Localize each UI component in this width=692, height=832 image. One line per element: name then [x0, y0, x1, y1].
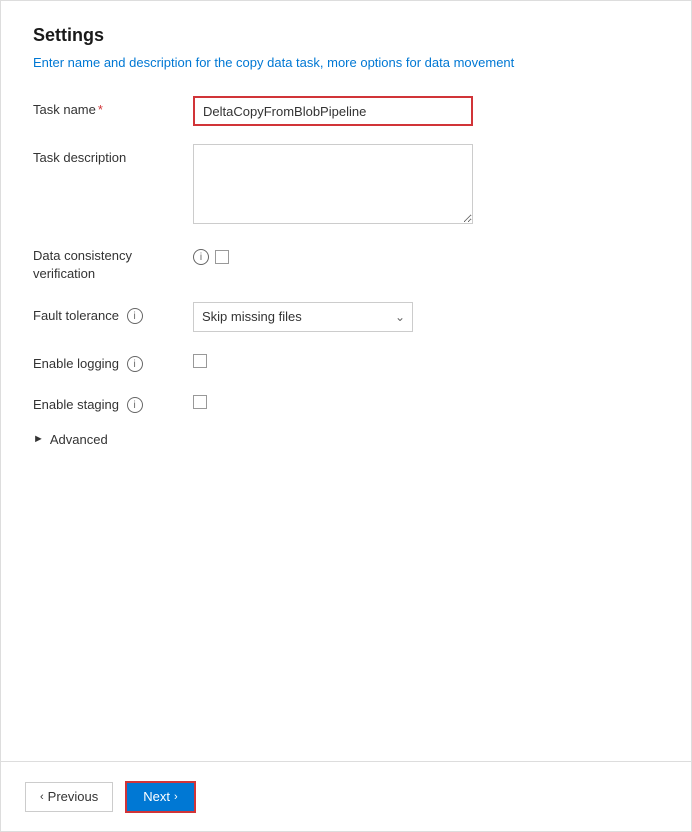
data-consistency-label: Data consistency verification — [33, 247, 193, 283]
footer: ‹ Previous Next › — [1, 761, 691, 831]
task-description-input[interactable] — [193, 144, 473, 224]
task-description-label: Task description — [33, 144, 193, 165]
enable-logging-checkbox[interactable] — [193, 354, 207, 368]
data-consistency-info-icon[interactable]: i — [193, 249, 209, 265]
task-name-input[interactable] — [193, 96, 473, 126]
advanced-label: Advanced — [50, 432, 108, 447]
enable-logging-info-icon[interactable]: i — [127, 356, 143, 372]
enable-logging-label: Enable logging i — [33, 350, 193, 373]
page-title: Settings — [33, 25, 659, 46]
task-name-label: Task name* — [33, 96, 193, 117]
previous-button[interactable]: ‹ Previous — [25, 782, 113, 812]
next-chevron-icon: › — [174, 791, 178, 803]
next-button[interactable]: Next › — [125, 781, 195, 813]
enable-staging-checkbox[interactable] — [193, 395, 207, 409]
enable-staging-info-icon[interactable]: i — [127, 397, 143, 413]
fault-tolerance-info-icon[interactable]: i — [127, 308, 143, 324]
fault-tolerance-label: Fault tolerance i — [33, 302, 193, 325]
previous-chevron-icon: ‹ — [40, 791, 44, 803]
page-subtitle: Enter name and description for the copy … — [33, 54, 659, 72]
advanced-chevron-icon: ► — [33, 433, 44, 445]
advanced-section[interactable]: ► Advanced — [33, 432, 659, 447]
fault-tolerance-select[interactable]: Skip missing files No fault tolerance Sk… — [193, 302, 413, 332]
enable-staging-label: Enable staging i — [33, 391, 193, 414]
data-consistency-checkbox[interactable] — [215, 250, 229, 264]
